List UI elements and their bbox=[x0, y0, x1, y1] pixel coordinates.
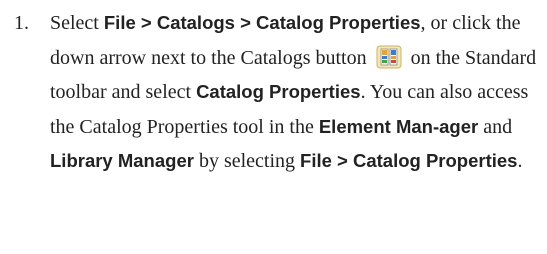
menu-item-catalog-properties: Catalog Properties bbox=[196, 81, 361, 102]
step-text-segment: and bbox=[478, 115, 513, 138]
catalogs-toolbar-icon bbox=[376, 45, 402, 69]
library-manager-name: Library Manager bbox=[50, 150, 194, 171]
element-manager-name: Element Man-ager bbox=[318, 115, 479, 137]
step-text-segment: Select bbox=[50, 12, 104, 34]
step-text: Select File > Catalogs > Catalog Propert… bbox=[50, 6, 542, 179]
menu-path-file-catalogs-catalog-properties: File > Catalogs > Catalog Properties bbox=[103, 12, 421, 33]
instruction-step: 1. Select File > Catalogs > Catalog Prop… bbox=[0, 0, 547, 254]
step-number: 1. bbox=[14, 12, 29, 34]
step-text-segment: by selecting bbox=[193, 150, 301, 172]
step-text-segment: . bbox=[517, 150, 523, 172]
menu-path-file-catalog-properties: File > Catalog Properties bbox=[300, 150, 518, 171]
